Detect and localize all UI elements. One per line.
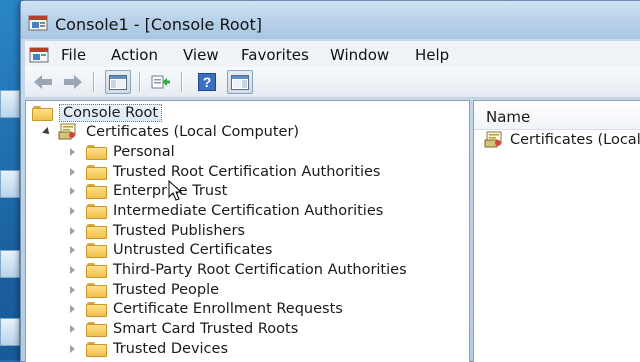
tree-node-store[interactable]: Trusted Devices xyxy=(66,339,228,358)
show-hide-action-pane-button[interactable] xyxy=(227,70,253,94)
tree-node-label: Trusted Root Certification Authorities xyxy=(113,163,381,180)
help-button[interactable]: ? xyxy=(195,71,219,93)
export-list-button[interactable] xyxy=(149,71,173,93)
folder-icon xyxy=(86,223,107,239)
system-menu-icon[interactable] xyxy=(29,45,49,63)
help-icon: ? xyxy=(198,73,216,91)
folder-icon xyxy=(86,321,107,337)
console-tree-pane[interactable]: Console Root Certificates (Local Compute… xyxy=(25,100,470,362)
forward-arrow-icon xyxy=(64,75,82,89)
svg-text:?: ? xyxy=(203,74,212,90)
menu-help[interactable]: Help xyxy=(415,46,449,64)
window-title: Console1 - [Console Root] xyxy=(55,15,262,34)
details-list-item[interactable]: Certificates (Local xyxy=(484,130,640,149)
expand-arrow-icon[interactable] xyxy=(66,342,80,356)
mmc-window: Console1 - [Console Root] File Action Vi… xyxy=(20,0,640,362)
column-header-label: Name xyxy=(486,108,531,126)
tree-node-label: Certificate Enrollment Requests xyxy=(113,300,343,317)
certificates-snapin-icon xyxy=(484,131,502,148)
tree-node-label: Certificates (Local Computer) xyxy=(86,123,300,140)
menu-window[interactable]: Window xyxy=(330,46,389,64)
certificates-snapin-icon xyxy=(58,123,76,140)
tree-node-label: Trusted Publishers xyxy=(113,222,245,239)
mmc-app-icon[interactable] xyxy=(28,13,48,31)
show-hide-console-tree-button[interactable] xyxy=(105,70,131,94)
tree-node-store[interactable]: Smart Card Trusted Roots xyxy=(66,319,298,338)
expand-arrow-icon[interactable] xyxy=(66,165,80,179)
tree-node-label: Console Root xyxy=(59,103,163,122)
collapse-arrow-icon[interactable] xyxy=(40,125,54,139)
expand-arrow-icon[interactable] xyxy=(66,184,80,198)
back-arrow-icon xyxy=(34,75,52,89)
tree-node-label: Smart Card Trusted Roots xyxy=(113,320,299,337)
menu-favorites[interactable]: Favorites xyxy=(241,46,309,64)
forward-button[interactable] xyxy=(61,71,85,93)
folder-icon xyxy=(86,301,107,317)
menu-action[interactable]: Action xyxy=(111,46,158,64)
desktop-shortcut-icon[interactable] xyxy=(0,250,20,278)
toolbar-separator xyxy=(139,72,140,92)
expand-arrow-icon[interactable] xyxy=(66,204,80,218)
desktop-shortcut-icon[interactable] xyxy=(0,318,20,346)
menu-file[interactable]: File xyxy=(61,46,86,64)
folder-icon xyxy=(86,341,107,357)
folder-icon xyxy=(86,242,107,258)
tree-node-label: Personal xyxy=(113,143,175,160)
show-hide-action-pane-icon xyxy=(231,74,249,90)
mouse-pointer-icon xyxy=(168,180,182,201)
tree-node-console-root[interactable]: Console Root xyxy=(32,103,163,122)
expand-arrow-icon[interactable] xyxy=(66,263,80,277)
toolbar-separator xyxy=(93,72,94,92)
details-pane[interactable]: Name Certificates (Local xyxy=(473,100,640,362)
expand-arrow-icon[interactable] xyxy=(66,224,80,238)
menu-bar: File Action View Favorites Window Help xyxy=(25,41,640,67)
tree-node-store[interactable]: Personal xyxy=(66,142,175,161)
tree-node-store[interactable]: Untrusted Certificates xyxy=(66,240,273,259)
expand-arrow-icon[interactable] xyxy=(66,283,80,297)
title-bar[interactable]: Console1 - [Console Root] xyxy=(21,1,640,39)
tree-node-label: Trusted Devices xyxy=(113,340,228,357)
tree-node-store[interactable]: Certificate Enrollment Requests xyxy=(66,299,343,318)
export-list-icon xyxy=(151,75,170,89)
expand-arrow-icon[interactable] xyxy=(66,243,80,257)
tree-node-store[interactable]: Third-Party Root Certification Authoriti… xyxy=(66,260,407,279)
tree-node-store[interactable]: Trusted Publishers xyxy=(66,221,245,240)
folder-icon xyxy=(86,164,107,180)
folder-icon xyxy=(32,105,53,121)
tree-node-label: Untrusted Certificates xyxy=(113,241,273,258)
folder-icon xyxy=(86,262,107,278)
show-hide-console-tree-icon xyxy=(109,74,127,90)
back-button[interactable] xyxy=(31,71,55,93)
details-item-label: Certificates (Local xyxy=(510,131,640,148)
tree-node-label: Third-Party Root Certification Authoriti… xyxy=(113,261,407,278)
expand-arrow-icon[interactable] xyxy=(66,322,80,336)
tree-node-label: Trusted People xyxy=(113,281,220,298)
menu-view[interactable]: View xyxy=(183,46,219,64)
toolbar: ? xyxy=(25,67,640,98)
tree-node-store[interactable]: Intermediate Certification Authorities xyxy=(66,201,383,220)
tree-node-store[interactable]: Trusted Root Certification Authorities xyxy=(66,162,380,181)
tree-node-certificates-local-computer[interactable]: Certificates (Local Computer) xyxy=(40,122,299,141)
folder-icon xyxy=(86,183,107,199)
folder-icon xyxy=(86,203,107,219)
desktop-shortcut-icon[interactable] xyxy=(0,90,20,118)
folder-icon xyxy=(86,144,107,160)
folder-icon xyxy=(86,282,107,298)
name-column-header[interactable]: Name xyxy=(474,101,640,130)
expand-arrow-icon[interactable] xyxy=(66,145,80,159)
toolbar-separator xyxy=(181,72,182,92)
tree-node-store[interactable]: Enterprise Trust xyxy=(66,181,227,200)
desktop-shortcut-icon[interactable] xyxy=(0,170,20,198)
tree-node-store[interactable]: Trusted People xyxy=(66,280,219,299)
expand-arrow-icon[interactable] xyxy=(66,302,80,316)
tree-node-label: Intermediate Certification Authorities xyxy=(113,202,384,219)
